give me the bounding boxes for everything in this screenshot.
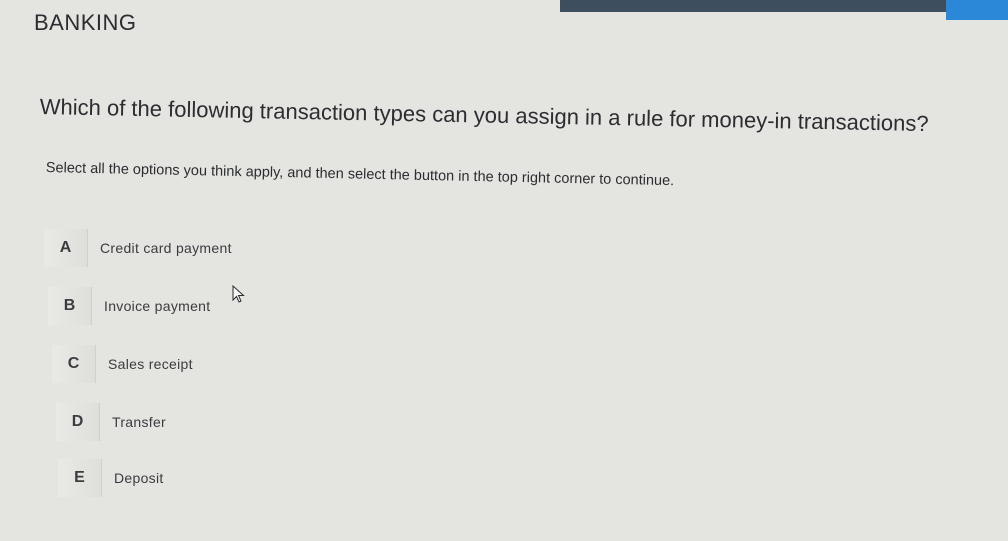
option-letter: B <box>48 287 92 325</box>
option-letter: C <box>52 345 96 383</box>
option-label: Transfer <box>112 414 167 430</box>
instruction-text: Select all the options you think apply, … <box>45 160 675 190</box>
category-title: BANKING <box>34 10 137 35</box>
options-list: A Credit card payment B Invoice payment … <box>44 228 444 528</box>
option-letter: A <box>44 229 88 267</box>
option-letter: D <box>56 403 100 441</box>
option-e[interactable]: E Deposit <box>58 458 164 498</box>
option-letter: E <box>58 459 102 497</box>
option-a[interactable]: A Credit card payment <box>44 228 232 268</box>
continue-button[interactable] <box>946 0 1008 20</box>
option-c[interactable]: C Sales receipt <box>52 344 193 384</box>
mouse-pointer-icon <box>232 285 245 303</box>
option-label: Deposit <box>114 470 164 486</box>
option-d[interactable]: D Transfer <box>56 402 166 442</box>
option-b[interactable]: B Invoice payment <box>48 286 210 326</box>
question-text: Which of the following transaction types… <box>39 94 929 137</box>
option-label: Credit card payment <box>100 240 232 256</box>
option-label: Invoice payment <box>104 298 211 314</box>
option-label: Sales receipt <box>108 356 193 372</box>
top-bar <box>560 0 1008 12</box>
